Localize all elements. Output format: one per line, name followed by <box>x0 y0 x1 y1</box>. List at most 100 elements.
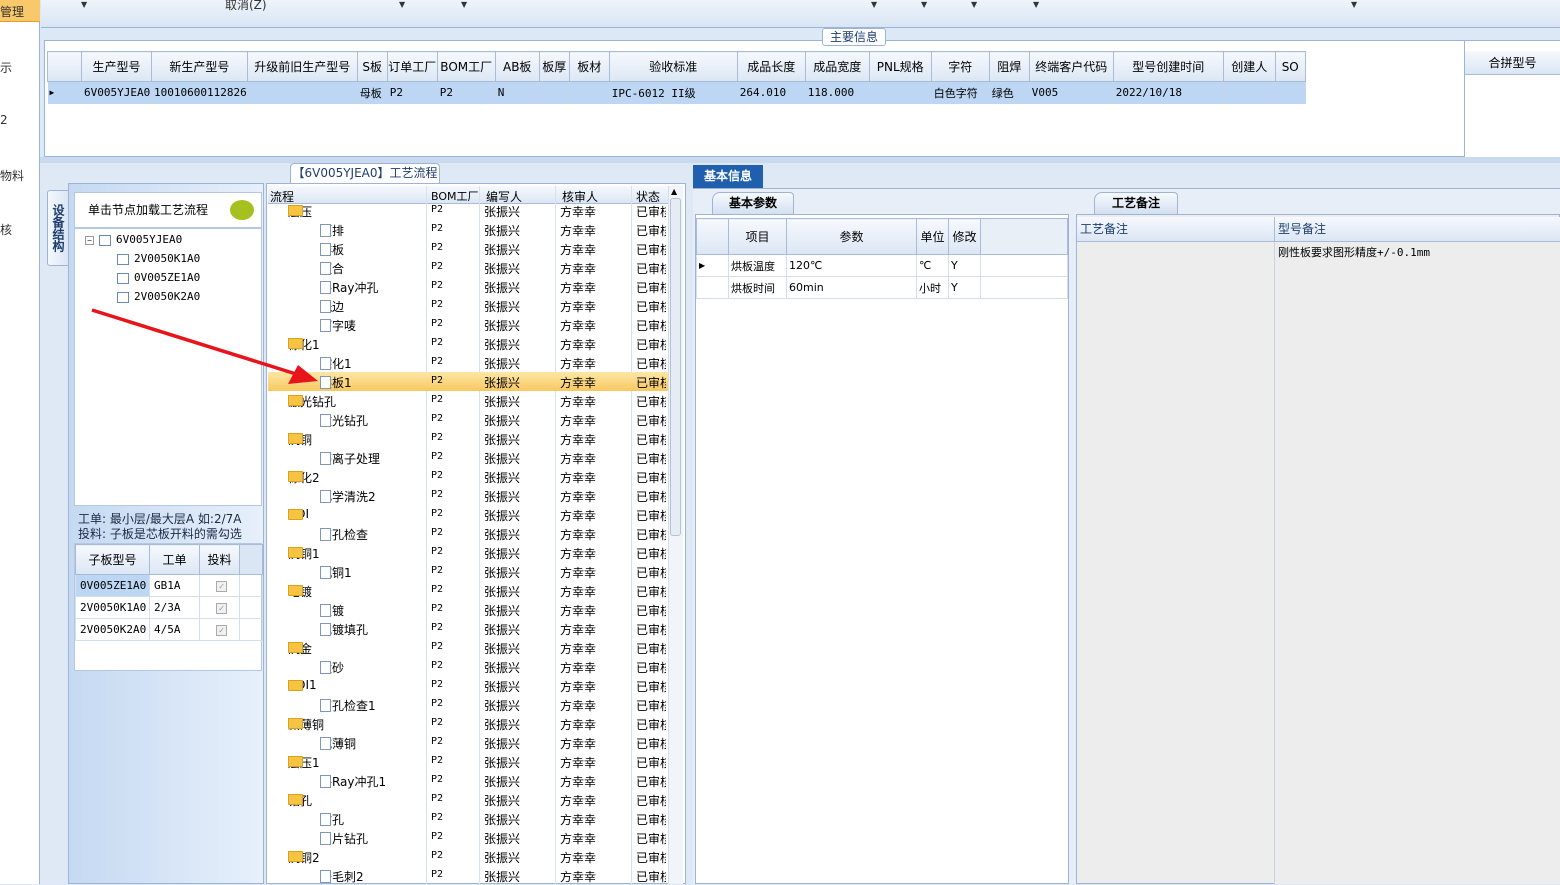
process-row[interactable]: 盲孔检查 P2 张振兴 方幸幸 已审核 <box>268 524 668 543</box>
table-cell[interactable]: 6V005YJEA0 <box>81 81 152 104</box>
col-header[interactable]: 板材 <box>568 51 610 82</box>
checkbox[interactable]: ✓ <box>216 581 227 592</box>
dropdown-arrow-icon[interactable]: ▼ <box>399 0 405 9</box>
process-row[interactable]: −沉铜 P2 张振兴 方幸幸 已审核 <box>268 429 668 448</box>
process-row[interactable]: X-Ray冲孔 P2 张振兴 方幸幸 已审核 <box>268 277 668 296</box>
table-cell[interactable]: P2 <box>387 81 438 104</box>
process-row[interactable]: 铣边 P2 张振兴 方幸幸 已审核 <box>268 296 668 315</box>
collapse-icon[interactable]: − <box>85 236 94 245</box>
checkbox[interactable]: ✓ <box>216 625 227 636</box>
process-row[interactable]: −层压1 P2 张振兴 方幸幸 已审核 <box>268 752 668 771</box>
process-row[interactable]: −AOI P2 张振兴 方幸幸 已审核 <box>268 505 668 524</box>
device-structure-tab[interactable]: 设备结构 <box>47 190 69 266</box>
process-row[interactable]: 排板 P2 张振兴 方幸幸 已审核 <box>268 239 668 258</box>
table-cell[interactable]: 2022/10/18 <box>1113 81 1224 104</box>
col-header[interactable]: AB板 <box>494 51 540 82</box>
nav-item-2[interactable]: 2 <box>0 113 8 127</box>
process-row[interactable]: 减薄铜 P2 张振兴 方幸幸 已审核 <box>268 733 668 752</box>
dropdown-arrow-icon[interactable]: ▼ <box>1033 0 1039 9</box>
nav-item-3[interactable]: 物料 <box>0 167 24 184</box>
process-row[interactable]: 喷砂 P2 张振兴 方幸幸 已审核 <box>268 657 668 676</box>
table-cell[interactable]: 264.010 <box>737 81 806 104</box>
process-flow-tab[interactable]: 【6V005YJEA0】工艺流程 <box>290 163 440 183</box>
col-header[interactable]: 订单工厂 <box>386 51 438 82</box>
col-header[interactable]: 成品长度 <box>736 51 806 82</box>
table-cell[interactable] <box>569 81 610 104</box>
process-row[interactable]: −棕化2 P2 张振兴 方幸幸 已审核 <box>268 467 668 486</box>
dropdown-arrow-icon[interactable]: ▼ <box>1351 0 1357 9</box>
process-row[interactable]: 棕化1 P2 张振兴 方幸幸 已审核 <box>268 353 668 372</box>
table-cell[interactable]: 绿色 <box>989 81 1030 104</box>
checkbox[interactable] <box>117 253 129 265</box>
process-row[interactable]: 铝片钻孔 P2 张振兴 方幸幸 已审核 <box>268 828 668 847</box>
table-row[interactable]: 2V0050K1A0 2/3A ✓ <box>75 596 263 619</box>
process-row[interactable]: 化学清洗2 P2 张振兴 方幸幸 已审核 <box>268 486 668 505</box>
checkbox[interactable] <box>117 291 129 303</box>
table-row[interactable]: 烘板时间 60min 小时 Y <box>696 276 1068 299</box>
process-row[interactable]: −沉铜1 P2 张振兴 方幸幸 已审核 <box>268 543 668 562</box>
dropdown-arrow-icon[interactable]: ▼ <box>461 0 467 9</box>
col-header[interactable]: 验收标准 <box>608 51 738 82</box>
process-row[interactable]: −AOI1 P2 张振兴 方幸幸 已审核 <box>268 676 668 695</box>
table-cell[interactable] <box>869 81 932 104</box>
process-row[interactable]: −棕化1 P2 张振兴 方幸幸 已审核 <box>268 334 668 353</box>
process-row[interactable]: −层压 P2 张振兴 方幸幸 已审核 <box>268 201 668 220</box>
row-indicator-icon[interactable]: ▶ <box>47 81 82 104</box>
col-header[interactable]: BOM工厂 <box>436 51 496 82</box>
checkbox[interactable] <box>117 272 129 284</box>
process-row[interactable]: −沉金 P2 张振兴 方幸幸 已审核 <box>268 638 668 657</box>
table-cell[interactable]: 白色字符 <box>931 81 990 104</box>
process-row[interactable]: 盲孔检查1 P2 张振兴 方幸幸 已审核 <box>268 695 668 714</box>
tree-child[interactable]: 0V005ZE1A0 <box>117 271 200 284</box>
table-cell[interactable]: N <box>495 81 540 104</box>
table-cell[interactable]: 母板 <box>357 81 388 104</box>
table-row[interactable]: 0V005ZE1A0 GB1A ✓ <box>75 574 263 597</box>
col-header[interactable]: 板厚 <box>538 51 570 82</box>
process-row[interactable]: −电镀 P2 张振兴 方幸幸 已审核 <box>268 581 668 600</box>
dropdown-arrow-icon[interactable]: ▼ <box>871 0 877 9</box>
table-cell[interactable] <box>247 81 358 104</box>
col-header[interactable]: 升级前旧生产型号 <box>246 51 358 82</box>
dropdown-arrow-icon[interactable]: ▼ <box>81 0 87 9</box>
process-row[interactable]: 沉铜1 P2 张振兴 方幸幸 已审核 <box>268 562 668 581</box>
process-notes-tab[interactable]: 工艺备注 <box>1094 192 1178 214</box>
cancel-button[interactable]: 取消(Z) <box>225 0 267 13</box>
checkbox[interactable] <box>99 234 111 246</box>
basic-params-tab[interactable]: 基本参数 <box>712 192 794 214</box>
col-header[interactable]: 生产型号 <box>81 51 152 82</box>
checkbox[interactable]: ✓ <box>216 603 227 614</box>
table-row[interactable]: 2V0050K2A0 4/5A ✓ <box>75 618 263 641</box>
process-row[interactable]: 激光钻孔 P2 张振兴 方幸幸 已审核 <box>268 410 668 429</box>
table-cell[interactable]: 118.000 <box>805 81 870 104</box>
table-row[interactable]: ▶ 烘板温度 120℃ ℃ Y <box>696 254 1068 277</box>
process-row[interactable]: −钻孔 P2 张振兴 方幸幸 已审核 <box>268 790 668 809</box>
process-row[interactable]: 烘板1 P2 张振兴 方幸幸 已审核 <box>268 372 668 391</box>
table-cell[interactable]: IPC-6012 II级 <box>609 81 738 104</box>
process-row[interactable]: 板镀 P2 张振兴 方幸幸 已审核 <box>268 600 668 619</box>
tree-child[interactable]: 2V0050K1A0 <box>117 252 200 265</box>
col-header[interactable]: 终端客户代码 <box>1028 51 1114 82</box>
scroll-up-icon[interactable]: ▲ <box>671 187 677 196</box>
col-header[interactable]: 阻焊 <box>988 51 1030 82</box>
table-cell[interactable] <box>539 81 570 104</box>
process-row[interactable]: 预排 P2 张振兴 方幸幸 已审核 <box>268 220 668 239</box>
col-header[interactable]: 创建人 <box>1222 51 1276 82</box>
process-row[interactable]: 打字唛 P2 张振兴 方幸幸 已审核 <box>268 315 668 334</box>
table-cell[interactable]: P2 <box>437 81 496 104</box>
col-header[interactable]: 成品宽度 <box>804 51 870 82</box>
process-row[interactable]: −激光钻孔 P2 张振兴 方幸幸 已审核 <box>268 391 668 410</box>
col-header[interactable]: SO <box>1274 51 1306 82</box>
table-cell[interactable] <box>1223 81 1276 104</box>
nav-item-1[interactable]: 示 <box>0 59 12 76</box>
dropdown-arrow-icon[interactable]: ▼ <box>971 0 977 9</box>
model-note-area[interactable]: 刚性板要求图形精度+/-0.1mm <box>1274 242 1560 884</box>
table-cell[interactable]: 10010600112826 <box>151 81 248 104</box>
process-row[interactable]: −减薄铜 P2 张振兴 方幸幸 已审核 <box>268 714 668 733</box>
chat-bubble-icon[interactable] <box>230 200 254 220</box>
table-cell[interactable]: V005 <box>1029 81 1114 104</box>
table-cell[interactable] <box>1275 81 1306 104</box>
col-header[interactable]: PNL规格 <box>868 51 932 82</box>
process-row[interactable]: −沉铜2 P2 张振兴 方幸幸 已审核 <box>268 847 668 866</box>
col-header[interactable]: 字符 <box>930 51 990 82</box>
nav-item-4[interactable]: 核 <box>0 221 12 238</box>
